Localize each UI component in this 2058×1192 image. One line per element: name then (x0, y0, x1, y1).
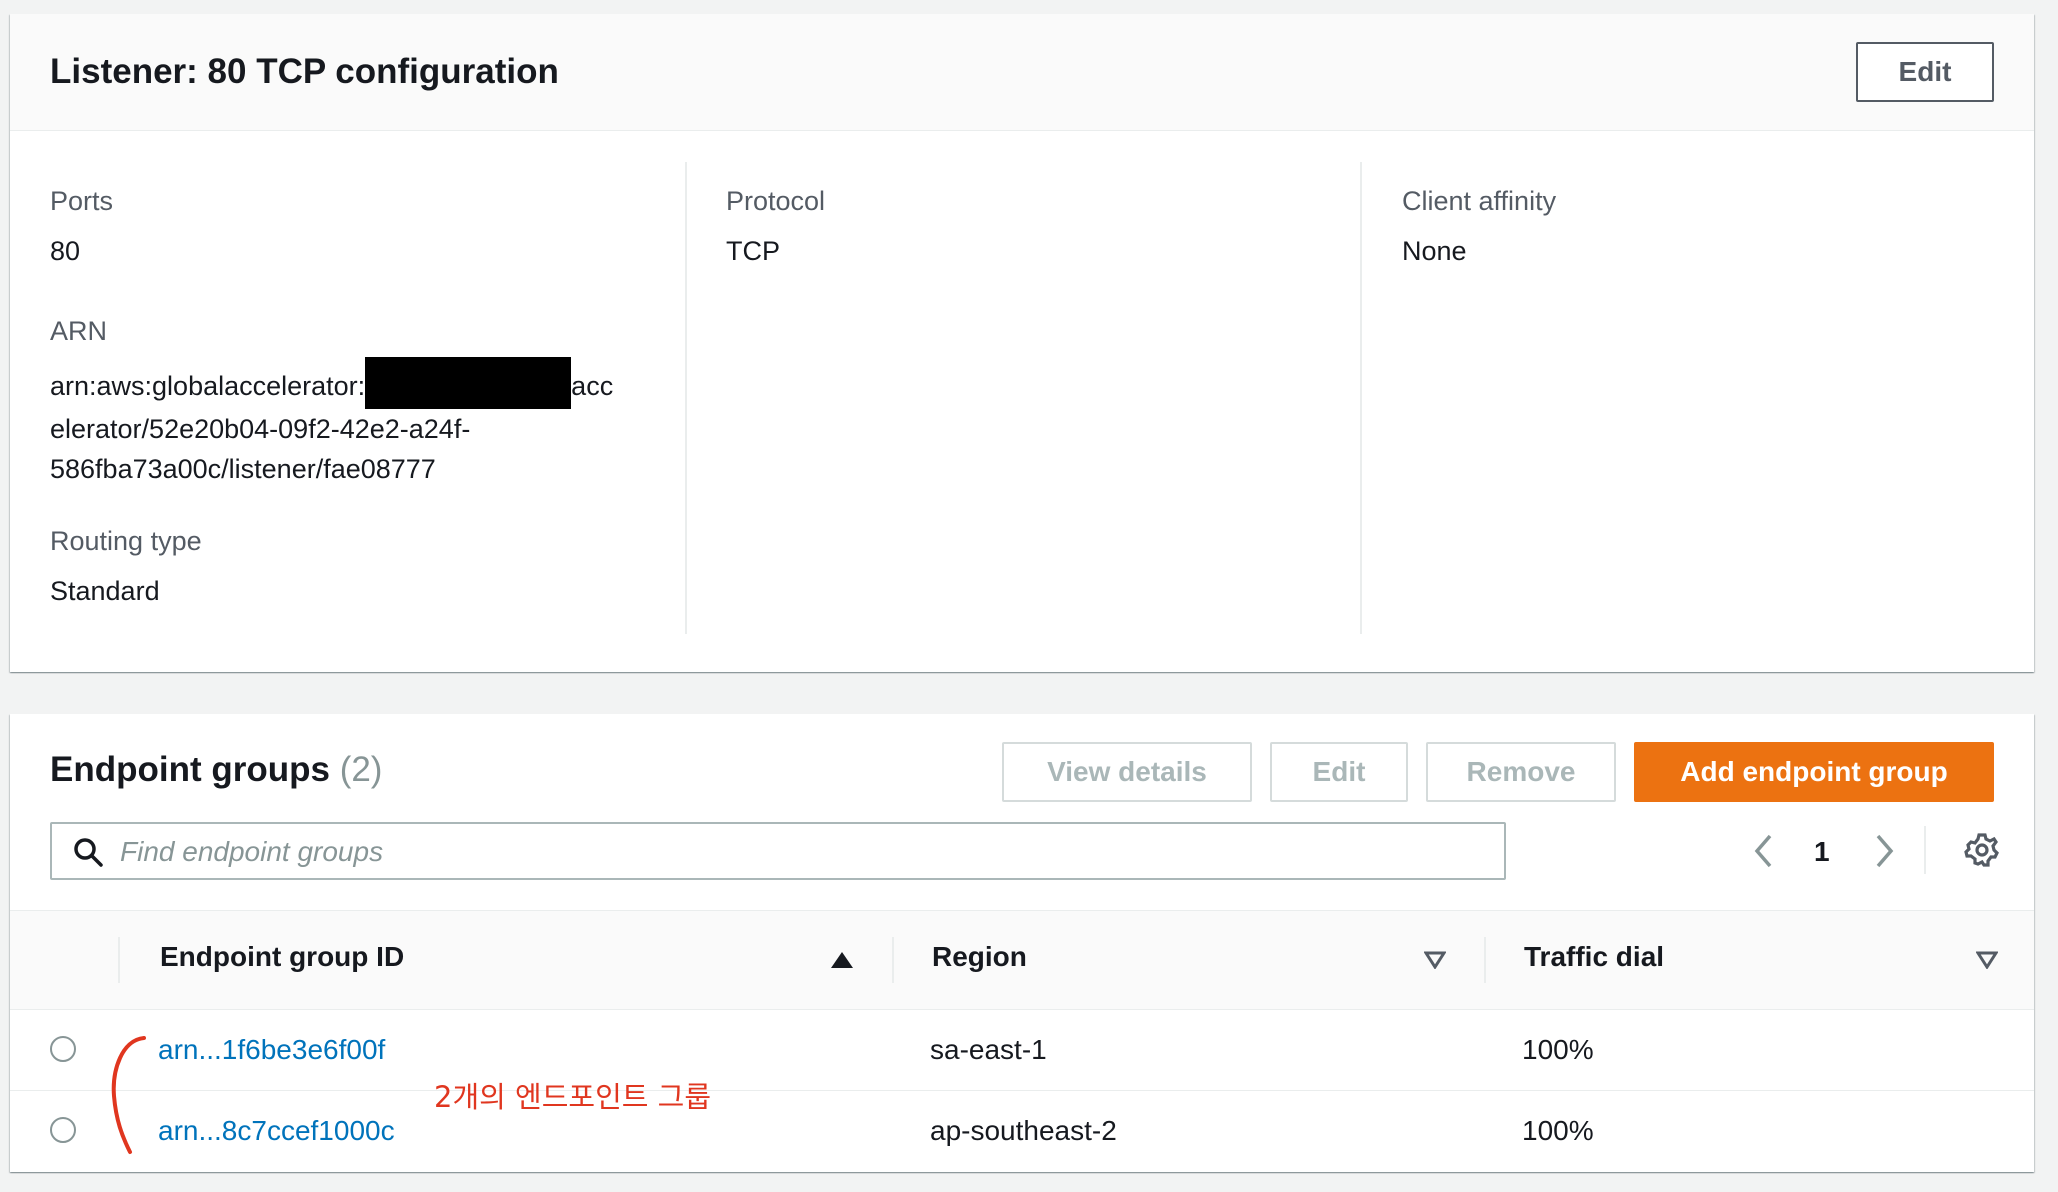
column-separator (118, 937, 120, 983)
ports-label: Ports (50, 186, 114, 216)
endpoint-groups-count: (2) (339, 750, 383, 789)
traffic-dial-cell: 100% (1522, 1115, 1594, 1146)
column-divider (685, 162, 687, 634)
table-row[interactable]: arn...8c7ccef1000c ap-southeast-2 100% (10, 1091, 2034, 1171)
chevron-left-icon[interactable] (1752, 832, 1776, 870)
pagination-divider (1924, 826, 1926, 874)
listener-edit-button[interactable]: Edit (1856, 42, 1994, 102)
routing-type-value: Standard (50, 576, 160, 606)
column-header-traffic-dial[interactable]: Traffic dial (1524, 941, 1664, 973)
row-select-radio[interactable] (50, 1117, 76, 1143)
sort-descending-icon[interactable] (1976, 951, 1998, 969)
column-header-region[interactable]: Region (932, 941, 1027, 973)
remove-endpoint-group-button[interactable]: Remove (1426, 742, 1616, 802)
traffic-dial-cell: 100% (1522, 1034, 1594, 1065)
routing-type-label: Routing type (50, 526, 202, 556)
current-page-number[interactable]: 1 (1814, 836, 1830, 868)
endpoint-groups-heading: Endpoint groups (50, 750, 330, 789)
arn-label: ARN (50, 316, 108, 346)
row-select-radio[interactable] (50, 1036, 76, 1062)
view-details-button[interactable]: View details (1002, 742, 1252, 802)
column-separator (892, 937, 894, 983)
table-header: Endpoint group ID Region Traffic dial (10, 910, 2034, 1010)
annotation-bracket (111, 1036, 146, 1154)
arn-after-redaction: acc (571, 371, 614, 401)
listener-panel-header: Listener: 80 TCP configuration Edit (10, 14, 2034, 131)
edit-endpoint-group-button[interactable]: Edit (1270, 742, 1408, 802)
search-placeholder: Find endpoint groups (120, 836, 384, 867)
endpoint-group-id-link[interactable]: arn...1f6be3e6f00f (158, 1034, 385, 1066)
sort-ascending-icon[interactable] (830, 951, 854, 969)
region-cell: ap-southeast-2 (930, 1115, 1117, 1146)
chevron-right-icon[interactable] (1872, 832, 1896, 870)
ports-value: 80 (50, 236, 81, 266)
protocol-label: Protocol (726, 186, 826, 216)
listener-title: Listener: 80 TCP configuration (50, 52, 559, 91)
arn-line-2: elerator/52e20b04-09f2-42e2-a24f- (50, 413, 471, 444)
endpoint-groups-panel: Endpoint groups (2) View details Edit Re… (10, 714, 2034, 1172)
gear-icon[interactable] (1964, 832, 2000, 868)
arn-prefix: arn:aws:globalaccelerator: (50, 371, 366, 401)
endpoint-group-id-link[interactable]: arn...8c7ccef1000c (158, 1115, 395, 1147)
client-affinity-value: None (1402, 236, 1467, 266)
column-separator (1484, 937, 1486, 983)
annotation-text: 2개의 엔드포인트 그룹 (434, 1080, 712, 1114)
listener-config-panel: Listener: 80 TCP configuration Edit Port… (10, 14, 2034, 672)
arn-line-3: 586fba73a00c/listener/fae08777 (50, 453, 436, 484)
redaction-bar (365, 356, 572, 409)
column-divider (1360, 162, 1362, 634)
table-row[interactable]: arn...1f6be3e6f00f sa-east-1 100% (10, 1010, 2034, 1091)
endpoint-groups-title: Endpoint groups (2) (50, 750, 382, 790)
sort-descending-icon[interactable] (1424, 951, 1446, 969)
region-cell: sa-east-1 (930, 1034, 1047, 1065)
add-endpoint-group-button[interactable]: Add endpoint group (1634, 742, 1994, 802)
search-icon (74, 838, 103, 867)
search-endpoint-groups-input[interactable]: Find endpoint groups (50, 822, 1506, 880)
client-affinity-label: Client affinity (1402, 186, 1557, 216)
arn-value: arn:aws:globalaccelerator: acc elerator/5… (50, 356, 670, 489)
protocol-value: TCP (726, 236, 780, 266)
column-header-endpoint-group-id[interactable]: Endpoint group ID (160, 941, 404, 973)
